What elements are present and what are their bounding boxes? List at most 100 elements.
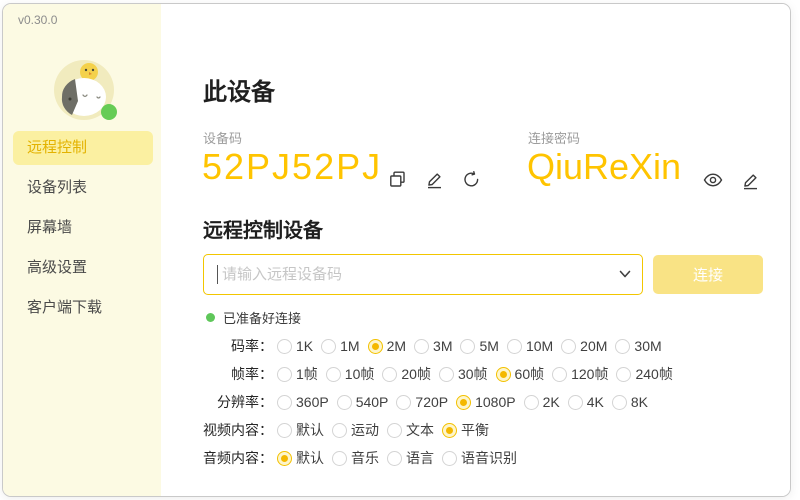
edit-icon[interactable] [424,169,445,190]
radio-unselected-icon[interactable] [337,395,352,410]
radio-option-bitrate-3[interactable]: 3M [414,338,452,354]
radio-option-bitrate-5[interactable]: 10M [507,338,553,354]
copy-icon[interactable] [387,169,408,190]
radio-option-label: 360P [296,394,329,410]
radio-unselected-icon[interactable] [396,395,411,410]
radio-unselected-icon[interactable] [332,451,347,466]
radio-unselected-icon[interactable] [321,339,336,354]
password-actions [702,169,761,191]
radio-option-framerate-4[interactable]: 60帧 [496,364,545,384]
sidebar-item-remote-control[interactable]: 远程控制 [13,131,153,165]
radio-option-framerate-5[interactable]: 120帧 [552,364,608,384]
radio-unselected-icon[interactable] [387,451,402,466]
setting-row-bitrate: 码率：1K1M2M3M5M10M20M30M [201,332,673,360]
radio-unselected-icon[interactable] [568,395,583,410]
radio-unselected-icon[interactable] [414,339,429,354]
sidebar: v0.30.0 远程控制设备列表屏幕墙高级设置客户端下载 [3,4,161,496]
options-audio-content: 默认 音乐 语言 语音识别 [277,448,517,468]
radio-option-resolution-0[interactable]: 360P [277,394,329,410]
radio-option-video-content-3[interactable]: 平衡 [442,420,489,440]
stream-settings: 码率：1K1M2M3M5M10M20M30M帧率：1帧10帧20帧30帧60帧1… [201,332,673,472]
radio-unselected-icon[interactable] [382,367,397,382]
radio-option-bitrate-7[interactable]: 30M [615,338,661,354]
radio-option-label: 语言 [406,448,434,468]
radio-unselected-icon[interactable] [616,367,631,382]
radio-unselected-icon[interactable] [277,339,292,354]
radio-option-resolution-6[interactable]: 8K [612,394,648,410]
radio-option-bitrate-1[interactable]: 1M [321,338,359,354]
radio-option-framerate-2[interactable]: 20帧 [382,364,431,384]
radio-option-framerate-1[interactable]: 10帧 [326,364,375,384]
radio-unselected-icon[interactable] [552,367,567,382]
sidebar-item-device-list[interactable]: 设备列表 [13,171,153,205]
radio-option-label: 4K [587,394,604,410]
radio-option-label: 30帧 [458,364,488,384]
radio-option-video-content-1[interactable]: 运动 [332,420,379,440]
radio-option-audio-content-1[interactable]: 音乐 [332,448,379,468]
sidebar-menu: 远程控制设备列表屏幕墙高级设置客户端下载 [3,131,161,331]
status-text: 已准备好连接 [223,308,301,327]
radio-unselected-icon[interactable] [460,339,475,354]
radio-unselected-icon[interactable] [332,423,347,438]
radio-option-bitrate-4[interactable]: 5M [460,338,498,354]
radio-option-resolution-5[interactable]: 4K [568,394,604,410]
radio-option-resolution-3[interactable]: 1080P [456,394,515,410]
radio-selected-icon[interactable] [496,367,511,382]
radio-option-audio-content-0[interactable]: 默认 [277,448,324,468]
radio-option-label: 10M [526,338,553,354]
radio-option-bitrate-0[interactable]: 1K [277,338,313,354]
eye-icon[interactable] [702,169,724,191]
radio-selected-icon[interactable] [442,423,457,438]
radio-option-resolution-4[interactable]: 2K [524,394,560,410]
radio-option-label: 音乐 [351,448,379,468]
radio-option-framerate-0[interactable]: 1帧 [277,364,318,384]
radio-unselected-icon[interactable] [612,395,627,410]
sidebar-item-client-download[interactable]: 客户端下载 [13,291,153,325]
radio-unselected-icon[interactable] [442,451,457,466]
setting-label-resolution: 分辨率： [201,392,273,412]
radio-unselected-icon[interactable] [561,339,576,354]
avatar[interactable] [53,59,115,121]
radio-option-label: 文本 [406,420,434,440]
radio-option-bitrate-2[interactable]: 2M [368,338,406,354]
radio-option-label: 540P [356,394,389,410]
radio-unselected-icon[interactable] [326,367,341,382]
connect-password-value: QiuReXin [527,146,681,188]
radio-option-resolution-2[interactable]: 720P [396,394,448,410]
app-window: v0.30.0 远程控制设备列表屏幕墙高级设置客户端下载 [2,3,791,497]
connect-button[interactable]: 连接 [653,255,763,294]
sidebar-item-screen-wall[interactable]: 屏幕墙 [13,211,153,245]
radio-option-framerate-6[interactable]: 240帧 [616,364,672,384]
chevron-down-icon[interactable] [617,266,633,282]
radio-option-bitrate-6[interactable]: 20M [561,338,607,354]
radio-selected-icon[interactable] [368,339,383,354]
status-green-dot-icon [206,313,215,322]
radio-unselected-icon[interactable] [277,367,292,382]
radio-unselected-icon[interactable] [507,339,522,354]
radio-unselected-icon[interactable] [277,423,292,438]
radio-option-video-content-2[interactable]: 文本 [387,420,434,440]
radio-selected-icon[interactable] [277,451,292,466]
online-status-dot [101,104,117,120]
radio-option-label: 720P [415,394,448,410]
remote-device-code-input[interactable] [203,254,643,295]
radio-unselected-icon[interactable] [524,395,539,410]
radio-unselected-icon[interactable] [387,423,402,438]
radio-option-label: 2M [387,338,406,354]
app-version: v0.30.0 [18,13,57,27]
radio-option-resolution-1[interactable]: 540P [337,394,389,410]
radio-option-label: 1M [340,338,359,354]
radio-option-video-content-0[interactable]: 默认 [277,420,324,440]
radio-selected-icon[interactable] [456,395,471,410]
radio-option-audio-content-2[interactable]: 语言 [387,448,434,468]
radio-option-label: 语音识别 [461,448,517,468]
main-content: 此设备 设备码 52PJ52PJ 连接密码 QiuReXin [161,4,790,496]
radio-option-framerate-3[interactable]: 30帧 [439,364,488,384]
sidebar-item-advanced-settings[interactable]: 高级设置 [13,251,153,285]
radio-unselected-icon[interactable] [439,367,454,382]
radio-unselected-icon[interactable] [277,395,292,410]
radio-option-audio-content-3[interactable]: 语音识别 [442,448,517,468]
edit-icon[interactable] [740,170,761,191]
radio-unselected-icon[interactable] [615,339,630,354]
refresh-icon[interactable] [461,169,482,190]
